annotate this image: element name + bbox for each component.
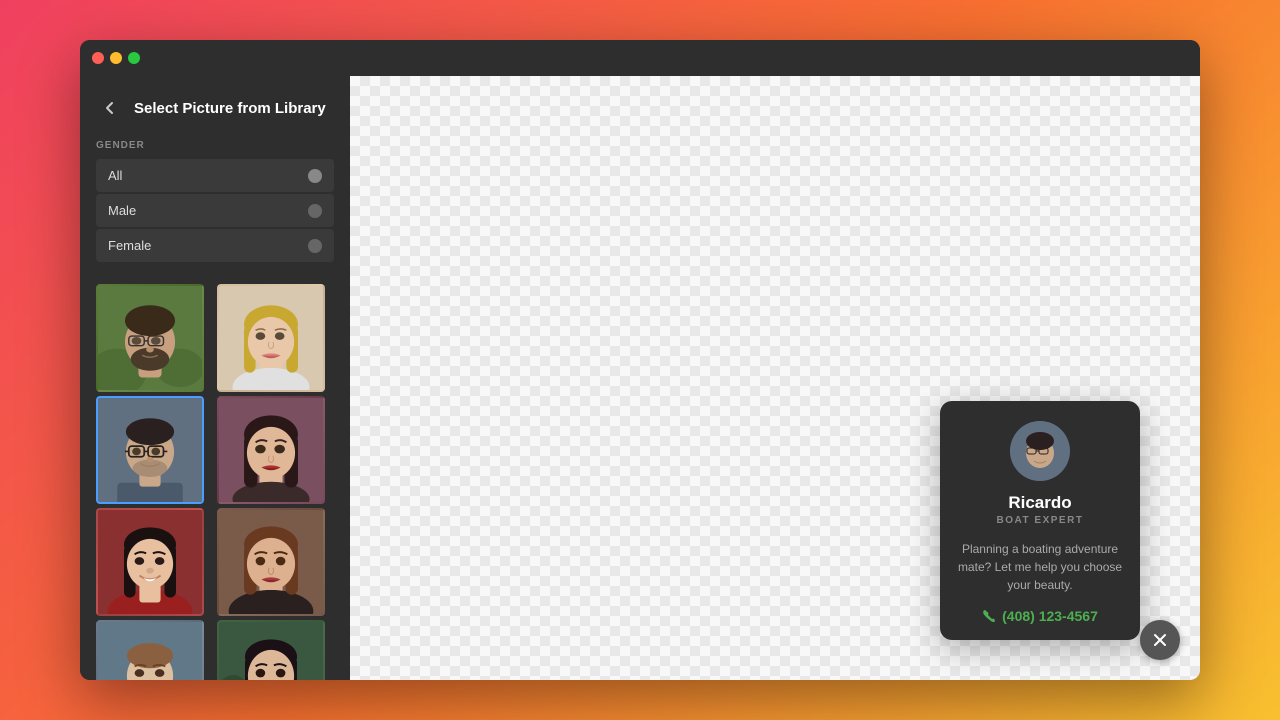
- gender-all-label: All: [108, 168, 122, 183]
- profile-avatar: [1010, 421, 1070, 481]
- photo-thumb-6[interactable]: [217, 508, 325, 616]
- gender-female-option[interactable]: Female: [96, 229, 334, 262]
- profile-name: Ricardo: [1008, 493, 1071, 513]
- app-window: Select Picture from Library GENDER All M…: [80, 40, 1200, 680]
- back-button[interactable]: [96, 94, 124, 122]
- profile-bio: Planning a boating adventure mate? Let m…: [956, 540, 1124, 594]
- window-body: Select Picture from Library GENDER All M…: [80, 76, 1200, 680]
- traffic-lights: [92, 52, 140, 64]
- gender-filter-label: GENDER: [96, 140, 334, 151]
- photo-thumb-8[interactable]: [217, 620, 325, 680]
- main-content: Ricardo BOAT EXPERT Planning a boating a…: [350, 76, 1200, 680]
- close-window-button[interactable]: [92, 52, 104, 64]
- profile-phone: (408) 123-4567: [982, 608, 1098, 624]
- gender-female-label: Female: [108, 238, 151, 253]
- profile-role: BOAT EXPERT: [997, 515, 1084, 526]
- gender-male-radio[interactable]: [308, 204, 322, 218]
- phone-number: (408) 123-4567: [1002, 608, 1098, 624]
- minimize-window-button[interactable]: [110, 52, 122, 64]
- photo-thumb-4[interactable]: [217, 396, 325, 504]
- profile-card: Ricardo BOAT EXPERT Planning a boating a…: [940, 401, 1140, 640]
- photo-thumb-3[interactable]: [96, 396, 204, 504]
- gender-female-radio[interactable]: [308, 239, 322, 253]
- gender-male-option[interactable]: Male: [96, 194, 334, 227]
- photo-thumb-1[interactable]: [96, 284, 204, 392]
- filter-section: GENDER All Male Female: [80, 134, 350, 276]
- photo-grid: [80, 276, 350, 680]
- gender-all-radio[interactable]: [308, 169, 322, 183]
- gender-male-label: Male: [108, 203, 136, 218]
- sidebar-header: Select Picture from Library: [80, 76, 350, 134]
- sidebar-title: Select Picture from Library: [134, 100, 326, 117]
- sidebar: Select Picture from Library GENDER All M…: [80, 76, 350, 680]
- maximize-window-button[interactable]: [128, 52, 140, 64]
- photo-thumb-7[interactable]: [96, 620, 204, 680]
- photo-thumb-5[interactable]: [96, 508, 204, 616]
- close-button[interactable]: [1140, 620, 1180, 660]
- phone-icon: [982, 609, 996, 623]
- close-icon: [1151, 631, 1169, 649]
- photo-thumb-2[interactable]: [217, 284, 325, 392]
- gender-all-option[interactable]: All: [96, 159, 334, 192]
- titlebar: [80, 40, 1200, 76]
